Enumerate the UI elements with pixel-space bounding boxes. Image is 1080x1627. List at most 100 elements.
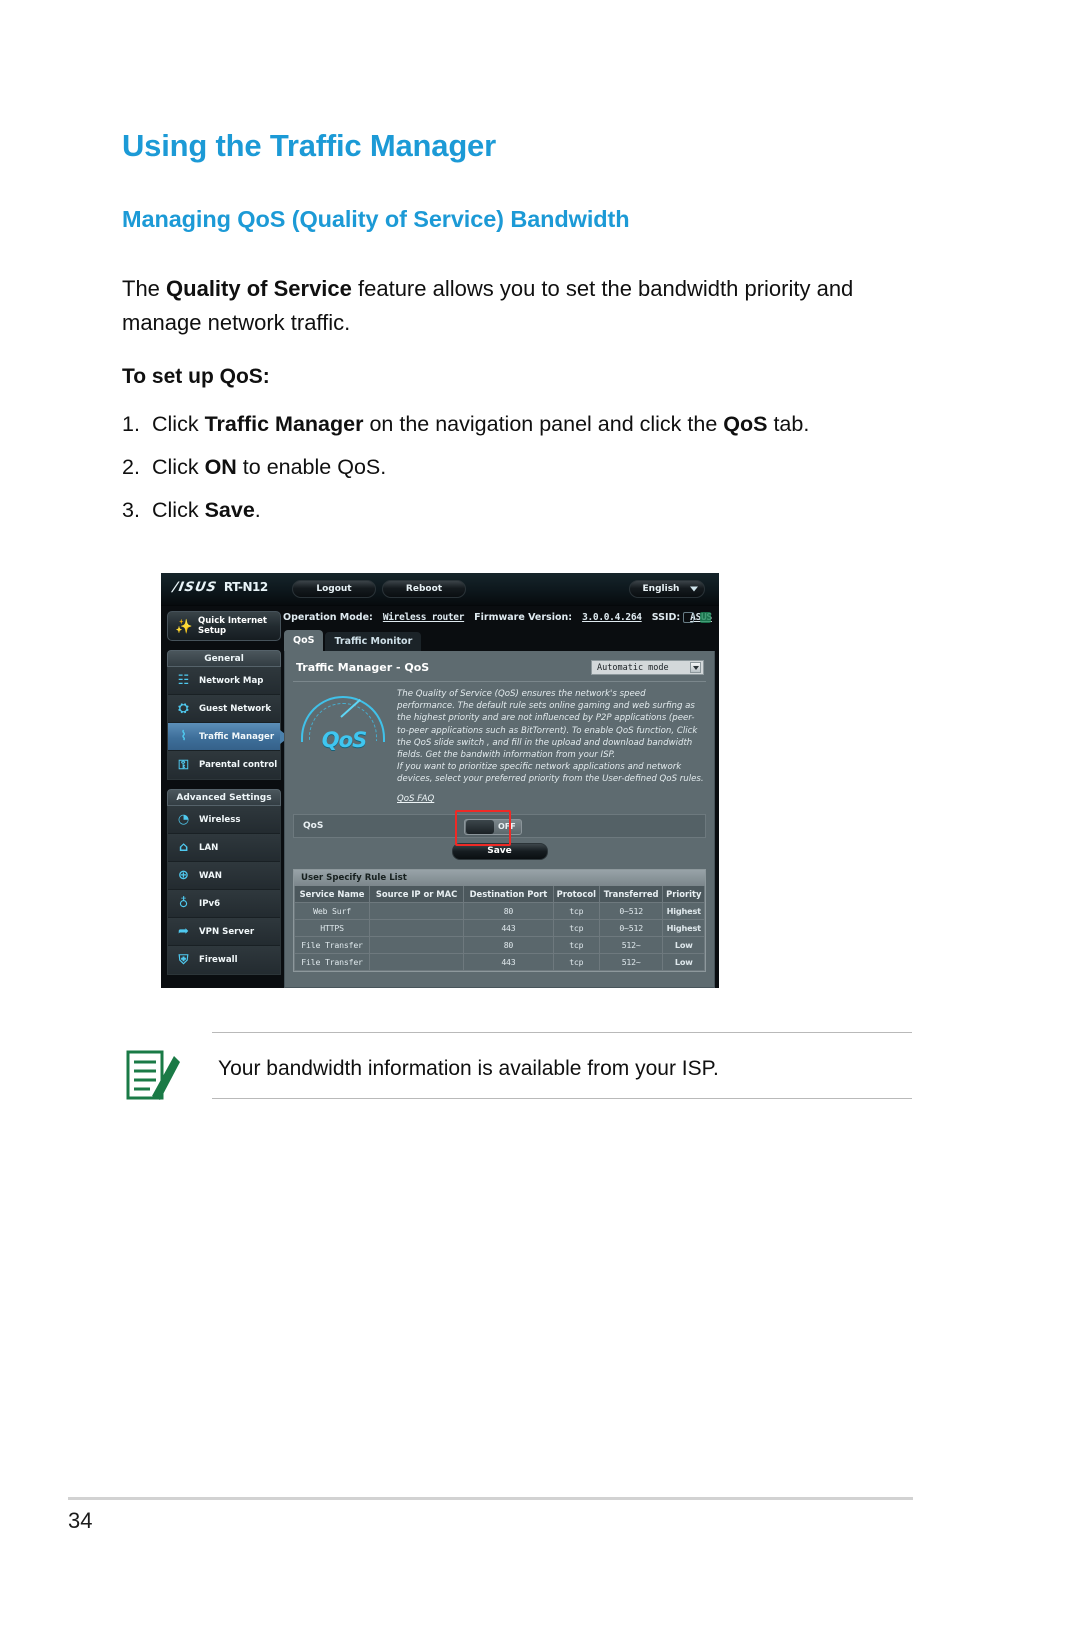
cell-service-name: File Transfer — [293, 936, 371, 955]
ipv6-globe-icon: ♁ — [178, 896, 189, 911]
sidebar-item-label: WAN — [199, 870, 222, 881]
table-row[interactable]: Web Surf 80 tcp 0~512 Highest — [293, 902, 705, 921]
cell-service-name: File Transfer — [293, 953, 371, 972]
toggle-knob — [466, 819, 494, 834]
column-header: Destination Port — [463, 885, 554, 904]
step-plain-text: . — [254, 498, 261, 522]
column-header: Protocol — [552, 885, 600, 904]
note-divider-top — [212, 1032, 912, 1033]
sidebar-item-quick-internet-setup[interactable]: ✨ Quick Internet Setup — [167, 611, 281, 641]
qos-switch-state: OFF — [498, 822, 516, 832]
table-body: Web Surf 80 tcp 0~512 Highest HTTPS 443 tcp 0~51… — [293, 902, 705, 972]
column-header: Service Name — [293, 885, 371, 904]
cell-transferred: 0~512 — [598, 919, 664, 938]
step-plain-text: tab. — [767, 412, 810, 436]
intro-paragraph: The Quality of Service feature allows yo… — [122, 272, 897, 340]
printer-icon — [700, 612, 711, 623]
table-row[interactable]: File Transfer 443 tcp 512~ Low — [293, 953, 705, 972]
ssid-label: SSID: — [651, 612, 681, 623]
step-bold-term: Save — [204, 498, 255, 522]
step-bold-term: ON — [204, 455, 237, 479]
sidebar-item-ipv6[interactable]: ♁ IPv6 — [168, 890, 280, 918]
qos-toggle-row: QoS OFF — [293, 809, 706, 846]
sidebar-item-traffic-manager[interactable]: ⌇ Traffic Manager — [168, 723, 289, 751]
save-button[interactable]: Save — [451, 842, 548, 860]
cell-destination-port: 443 — [463, 953, 554, 972]
panel-title: Traffic Manager - QoS — [296, 661, 430, 674]
sidebar-item-parental-control[interactable]: ⚿ Parental control — [168, 751, 280, 779]
sidebar-item-label: Parental control — [199, 760, 278, 770]
sidebar-item-label: Traffic Manager — [199, 731, 275, 742]
sidebar-item-firewall[interactable]: ⛨ Firewall — [168, 946, 280, 974]
router-header-bar: /ISUS RT-N12 Logout Reboot English — [161, 573, 719, 606]
panel-tabs: QoS Traffic Monitor — [284, 630, 715, 651]
qos-gauge-icon: QoS — [295, 688, 391, 766]
tab-qos[interactable]: QoS — [284, 630, 324, 651]
sidebar-item-lan[interactable]: ⌂ LAN — [168, 834, 280, 862]
sidebar-group-header: Advanced Settings — [167, 789, 281, 806]
table-row[interactable]: HTTPS 443 tcp 0~512 Highest — [293, 919, 705, 938]
cell-transferred: 0~512 — [598, 902, 664, 921]
vpn-server-icon: ➦ — [178, 924, 189, 939]
qos-faq-link[interactable]: QoS FAQ — [397, 793, 434, 805]
step-item: 1. Click Traffic Manager on the navigatio… — [122, 409, 912, 440]
cell-source-ip — [369, 902, 465, 921]
parental-control-icon: ⚿ — [178, 757, 189, 773]
qos-mode-select[interactable]: Automatic mode — [591, 660, 704, 675]
cell-protocol: tcp — [552, 919, 600, 938]
step-bold-term: Traffic Manager — [204, 412, 364, 436]
quick-setup-label: Quick Internet Setup — [198, 616, 267, 636]
qos-row-label: QoS — [303, 820, 324, 831]
cell-transferred: 512~ — [598, 953, 664, 972]
guest-network-icon: ⛭ — [178, 701, 189, 716]
router-model: RT-N12 — [223, 580, 268, 594]
step-number: 3. — [122, 498, 140, 522]
step-text: Click Save. — [152, 495, 912, 526]
language-selector[interactable]: English — [629, 580, 705, 598]
wan-globe-icon: ⊕ — [178, 868, 189, 883]
firmware-label: Firmware Version: — [474, 612, 573, 623]
router-brand: /ISUS RT-N12 — [172, 580, 269, 595]
panel-header: Traffic Manager - QoS Automatic mode — [293, 657, 706, 682]
wireless-icon: ◔ — [177, 812, 190, 827]
tab-traffic-monitor[interactable]: Traffic Monitor — [325, 632, 422, 651]
magic-wand-icon: ✨ — [175, 619, 193, 635]
sidebar-groups: General ☷ Network Map ⛭ Guest Network ⌇ Traffi… — [167, 650, 289, 975]
sidebar-item-label: Network Map — [199, 675, 264, 686]
sidebar-item-guest-network[interactable]: ⛭ Guest Network — [168, 695, 280, 723]
sidebar-item-wan[interactable]: ⊕ WAN — [168, 862, 280, 890]
sidebar-item-wireless[interactable]: ◔ Wireless — [168, 806, 280, 834]
save-row: Save — [293, 842, 706, 860]
lan-home-icon: ⌂ — [178, 840, 189, 855]
operation-mode-value[interactable]: Wireless router — [383, 612, 465, 623]
firmware-value[interactable]: 3.0.0.4.264 — [582, 612, 642, 623]
step-text: Click ON to enable QoS. — [152, 452, 912, 483]
intro-bold-term: Quality of Service — [166, 276, 352, 301]
qos-toggle-switch[interactable]: OFF — [464, 818, 522, 835]
qos-description: The Quality of Service (QoS) ensures the… — [397, 688, 704, 805]
qos-description-line1: The Quality of Service (QoS) ensures the… — [397, 689, 698, 761]
logout-button[interactable]: Logout — [292, 580, 376, 598]
step-text: Click Traffic Manager on the navigation … — [152, 409, 912, 440]
sidebar-group: ◔ Wireless ⌂ LAN ⊕ WAN ♁ IPv6 ➦ VPN Server ⛨ Firewa… — [167, 806, 281, 975]
cell-priority: Low — [662, 936, 705, 955]
chevron-down-icon[interactable] — [690, 662, 701, 673]
step-bold-term: QoS — [723, 412, 768, 436]
note-text: Your bandwidth information is available … — [218, 1057, 719, 1080]
sidebar-item-label: Firewall — [199, 955, 238, 965]
sidebar-item-vpn-server[interactable]: ➦ VPN Server — [168, 918, 280, 946]
step-item: 3. Click Save. — [122, 495, 912, 526]
sidebar-group-header: General — [167, 650, 281, 667]
qos-description-block: QoS The Quality of Service (QoS) ensures… — [293, 682, 706, 805]
sidebar-item-network-map[interactable]: ☷ Network Map — [168, 667, 280, 695]
router-info-bar: Operation Mode: Wireless router Firmware… — [283, 607, 719, 628]
reboot-button[interactable]: Reboot — [382, 580, 466, 598]
table-row[interactable]: File Transfer 80 tcp 512~ Low — [293, 936, 705, 955]
traffic-manager-icon: ⌇ — [180, 729, 187, 744]
sidebar-item-label: VPN Server — [199, 926, 255, 937]
cell-priority: Highest — [662, 902, 705, 921]
step-plain-text: Click — [152, 412, 205, 436]
sidebar-item-label: LAN — [199, 842, 219, 853]
rule-list-title: User Specify Rule List — [294, 869, 705, 886]
cell-source-ip — [369, 919, 465, 938]
